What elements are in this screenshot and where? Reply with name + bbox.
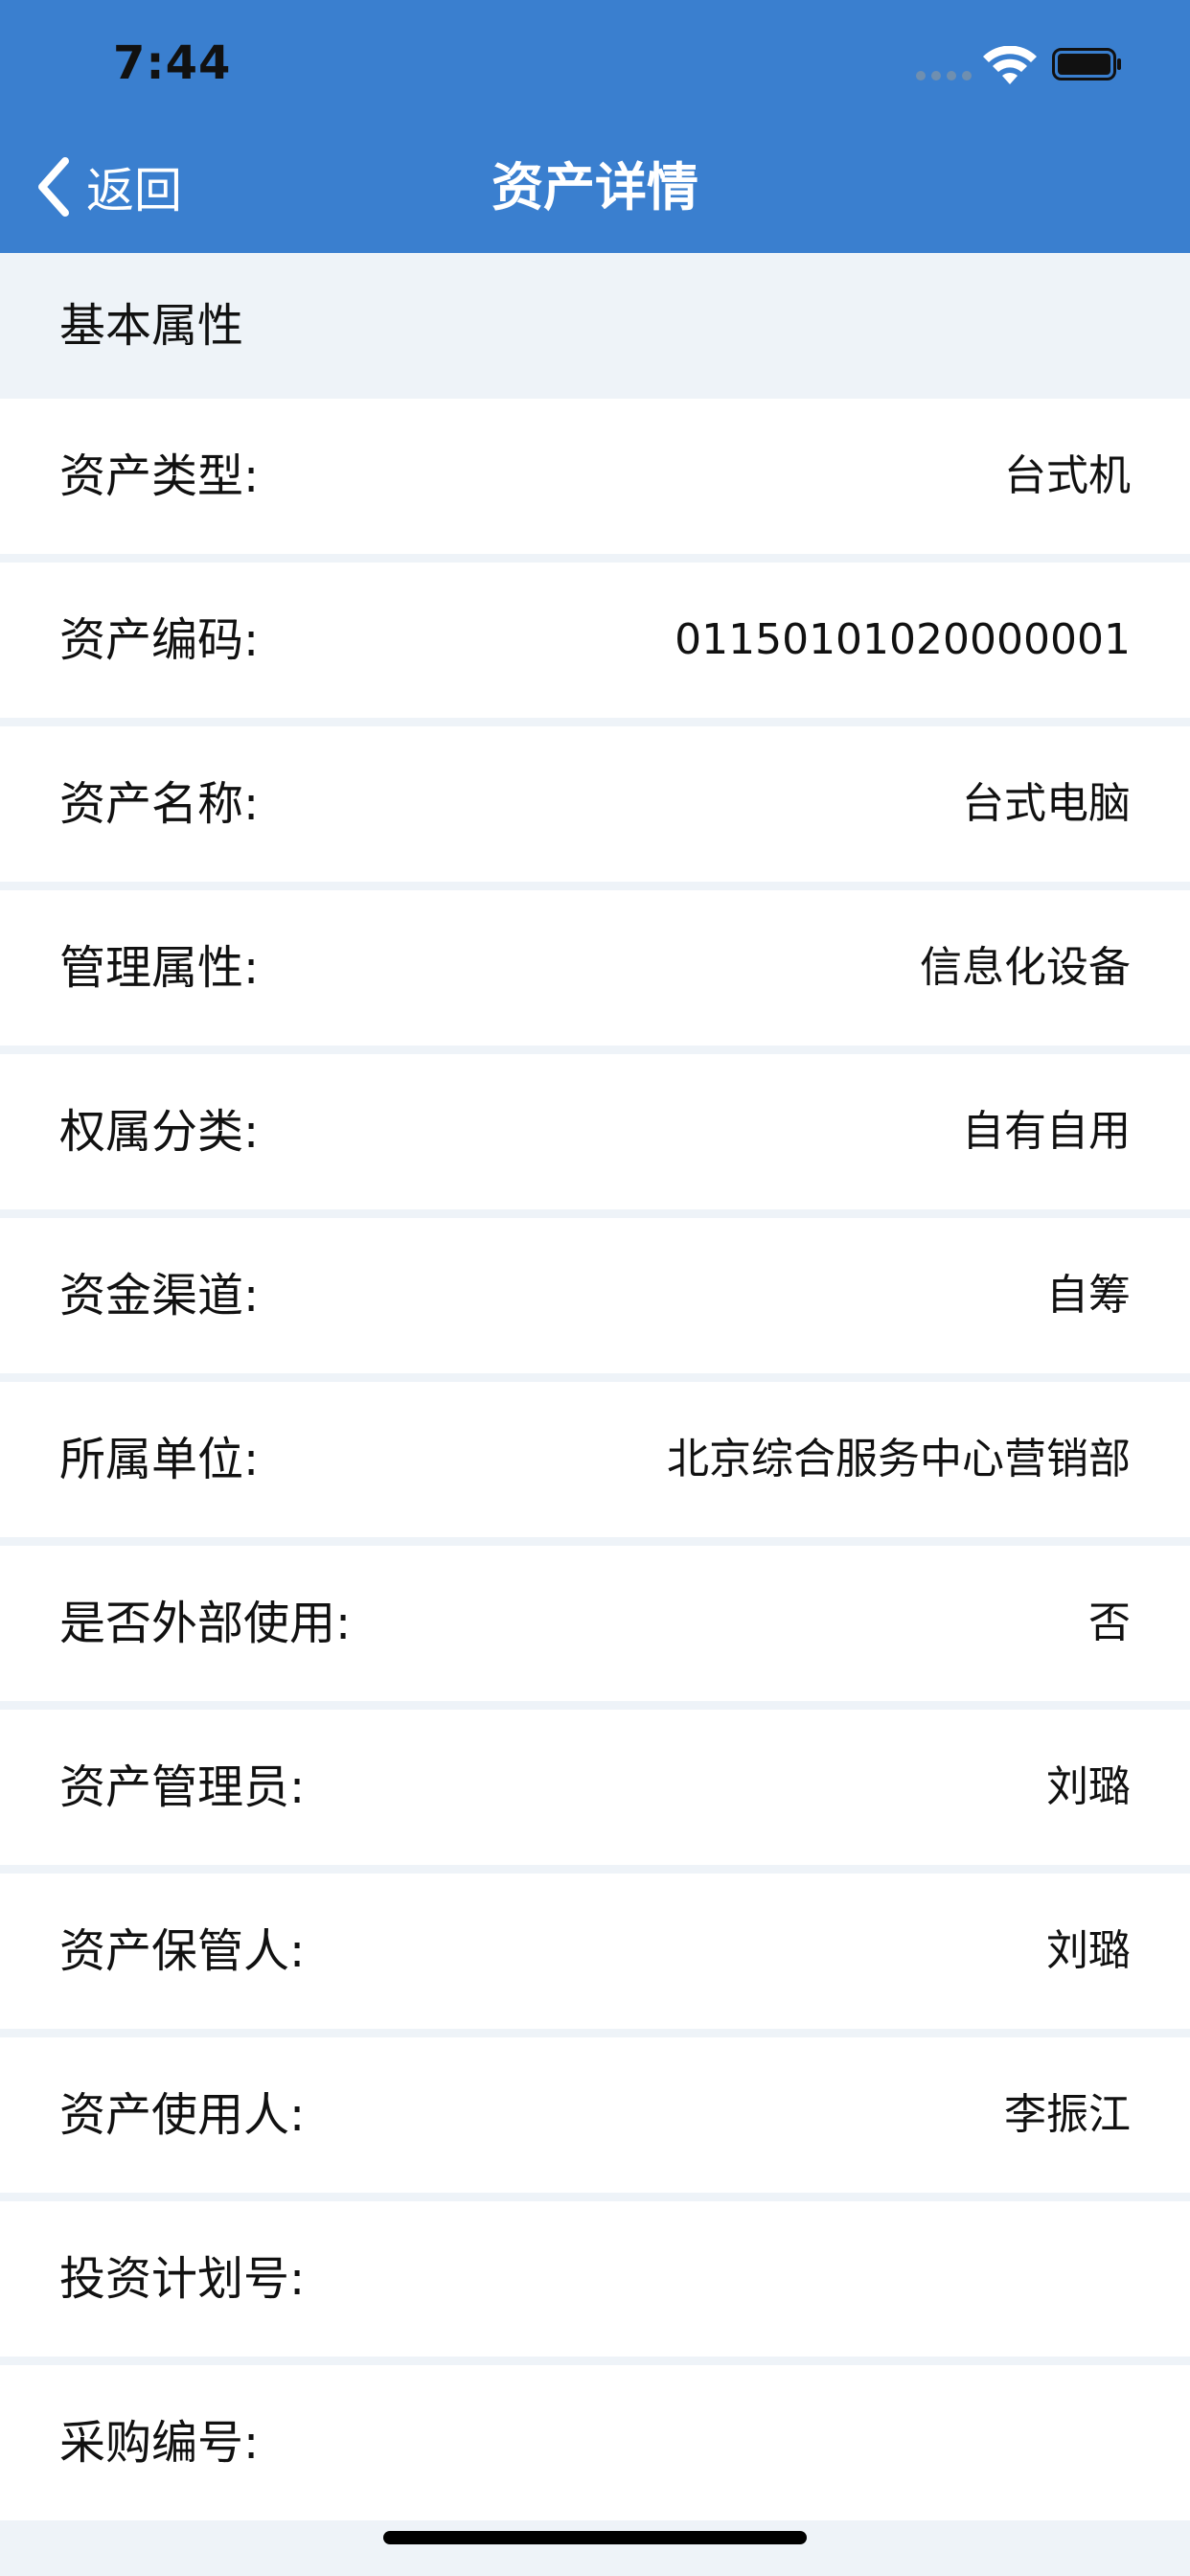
nav-header: 7:44 返回 资产详情: [0, 0, 1190, 253]
row-value: 李振江: [1004, 2090, 1131, 2139]
row-label: 是否外部使用:: [59, 1597, 352, 1650]
row-label: 资金渠道:: [59, 1269, 260, 1322]
row-asset-custodian: 资产保管人: 刘璐: [0, 1874, 1190, 2029]
row-value: 自筹: [1046, 1271, 1131, 1320]
row-value: 北京综合服务中心营销部: [667, 1435, 1131, 1484]
row-label: 资产管理员:: [59, 1760, 306, 1814]
row-value: 01150101020000001: [675, 615, 1131, 664]
row-label: 采购编号:: [59, 2416, 260, 2470]
row-label: 资产编码:: [59, 613, 260, 667]
row-label: 资产名称:: [59, 777, 260, 831]
row-label: 投资计划号:: [59, 2252, 306, 2306]
row-label: 管理属性:: [59, 941, 260, 995]
row-label: 资产类型:: [59, 449, 260, 503]
row-owning-unit: 所属单位: 北京综合服务中心营销部: [0, 1382, 1190, 1537]
row-asset-code: 资产编码: 01150101020000001: [0, 563, 1190, 718]
row-value: 刘璐: [1046, 1926, 1131, 1975]
attribute-list: 资产类型: 台式机 资产编码: 01150101020000001 资产名称: …: [0, 399, 1190, 2529]
wifi-icon: [983, 46, 1037, 84]
row-value: 台式电脑: [962, 779, 1131, 828]
row-value: 自有自用: [962, 1107, 1131, 1156]
row-value: 信息化设备: [920, 943, 1131, 992]
row-external-use: 是否外部使用: 否: [0, 1546, 1190, 1701]
row-investment-plan-number: 投资计划号:: [0, 2201, 1190, 2357]
row-asset-administrator: 资产管理员: 刘璐: [0, 1710, 1190, 1865]
row-label: 资产保管人:: [59, 1924, 306, 1978]
row-asset-name: 资产名称: 台式电脑: [0, 726, 1190, 882]
row-funding-channel: 资金渠道: 自筹: [0, 1218, 1190, 1373]
section-header-basic-attributes: 基本属性: [0, 253, 1190, 399]
row-value: 台式机: [1004, 451, 1131, 500]
row-value: 刘璐: [1046, 1762, 1131, 1811]
row-label: 所属单位:: [59, 1433, 260, 1486]
section-title: 基本属性: [59, 299, 244, 353]
back-button-label: 返回: [86, 163, 182, 218]
row-procurement-number: 采购编号:: [0, 2365, 1190, 2520]
battery-icon: [1052, 48, 1121, 80]
row-label: 权属分类:: [59, 1105, 260, 1159]
row-value: 否: [1088, 1598, 1131, 1647]
back-button[interactable]: 返回: [34, 153, 182, 220]
row-asset-user: 资产使用人: 李振江: [0, 2037, 1190, 2193]
row-management-attribute: 管理属性: 信息化设备: [0, 890, 1190, 1046]
row-asset-type: 资产类型: 台式机: [0, 399, 1190, 554]
signal-icon: [916, 71, 972, 80]
home-indicator[interactable]: [383, 2531, 807, 2544]
row-label: 资产使用人:: [59, 2088, 306, 2142]
chevron-left-icon: [38, 157, 69, 217]
status-time: 7:44: [113, 36, 232, 90]
row-ownership-category: 权属分类: 自有自用: [0, 1054, 1190, 1209]
